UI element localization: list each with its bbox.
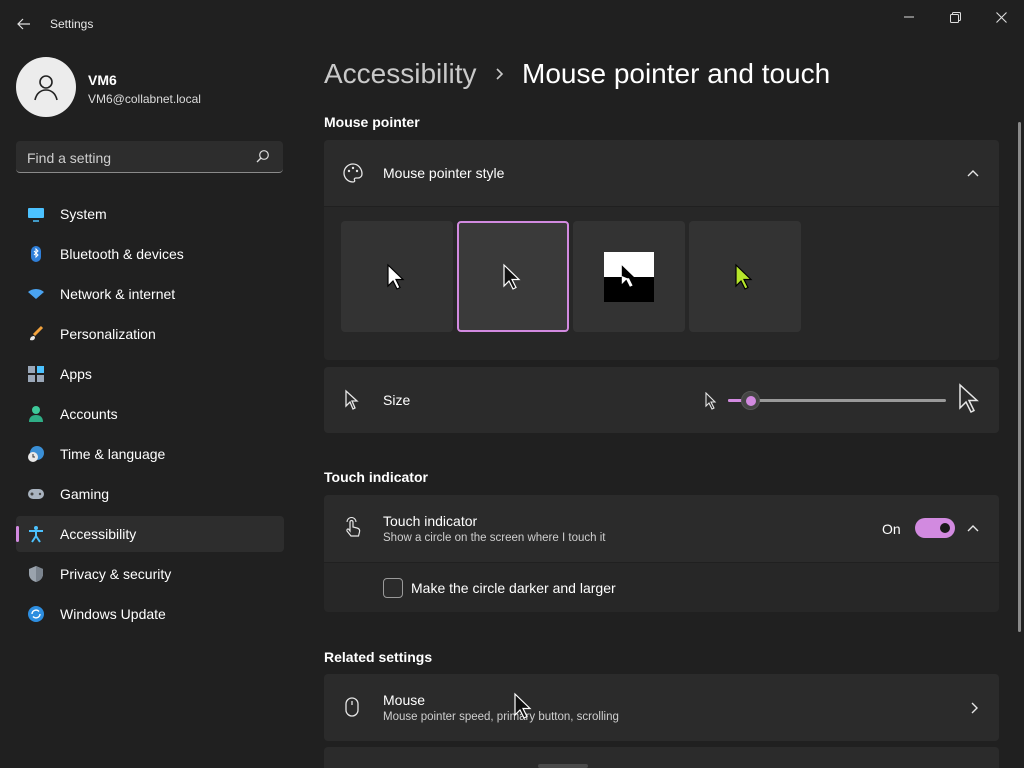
- sidebar-item-accessibility[interactable]: Accessibility: [16, 516, 284, 552]
- sidebar-item-windows-update[interactable]: Windows Update: [16, 596, 284, 632]
- globe-clock-icon: [28, 446, 44, 462]
- brush-icon: [30, 325, 44, 341]
- pointer-option-black[interactable]: [457, 221, 569, 332]
- user-name: VM6: [88, 72, 117, 88]
- sidebar-item-personalization[interactable]: Personalization: [16, 316, 284, 352]
- update-icon: [28, 606, 44, 622]
- search-icon[interactable]: [256, 149, 274, 165]
- section-related-settings: Related settings: [324, 649, 433, 665]
- touch-indicator-toggle[interactable]: [915, 518, 955, 538]
- pointer-option-custom[interactable]: [689, 221, 801, 332]
- sidebar-item-label: Bluetooth & devices: [60, 246, 184, 262]
- page-title: Mouse pointer and touch: [522, 58, 831, 89]
- restore-icon: [949, 11, 961, 23]
- pointer-icon: [343, 389, 361, 411]
- sidebar-item-apps[interactable]: Apps: [16, 356, 284, 392]
- shield-icon: [29, 566, 43, 582]
- small-pointer-icon: [704, 391, 718, 410]
- back-arrow-icon: [17, 18, 30, 30]
- close-icon: [995, 11, 1007, 23]
- user-silhouette-icon: [34, 75, 58, 101]
- chevron-right-icon: [493, 66, 507, 82]
- size-slider-track[interactable]: [728, 399, 946, 402]
- gamepad-icon: [28, 489, 44, 499]
- sidebar-item-system[interactable]: System: [16, 196, 284, 232]
- palette-icon: [342, 162, 364, 184]
- inverted-cursor-icon: [621, 265, 636, 287]
- mouse-cursor-icon: [513, 692, 533, 720]
- avatar[interactable]: [16, 57, 76, 117]
- next-related-card[interactable]: [324, 747, 999, 768]
- active-indicator: [16, 526, 19, 542]
- white-cursor-icon: [387, 263, 405, 290]
- sidebar-item-privacy[interactable]: Privacy & security: [16, 556, 284, 592]
- sidebar-item-label: Gaming: [60, 486, 110, 502]
- darker-circle-checkbox[interactable]: [383, 578, 403, 598]
- chevron-up-icon[interactable]: [966, 166, 982, 180]
- size-label: Size: [383, 392, 411, 408]
- app-title: Settings: [50, 17, 94, 31]
- touch-hand-icon: [342, 516, 364, 539]
- wifi-icon: [28, 288, 44, 299]
- user-email: VM6@collabnet.local: [88, 92, 201, 106]
- sidebar-item-label: System: [60, 206, 107, 222]
- apps-icon: [28, 366, 44, 382]
- minimize-icon: [904, 16, 914, 18]
- pointer-option-white[interactable]: [341, 221, 453, 332]
- accessibility-icon: [29, 526, 43, 543]
- custom-color-cursor-icon: [735, 263, 753, 290]
- section-touch-indicator: Touch indicator: [324, 469, 428, 485]
- black-cursor-icon: [503, 263, 521, 290]
- toggle-state-label: On: [882, 521, 901, 537]
- sidebar-item-label: Accessibility: [60, 526, 137, 542]
- touch-indicator-description: Show a circle on the screen where I touc…: [383, 532, 606, 544]
- monitor-icon: [28, 208, 44, 222]
- sidebar-item-label: Time & language: [60, 446, 166, 462]
- scrollbar[interactable]: [1018, 122, 1021, 632]
- sidebar-item-bluetooth[interactable]: Bluetooth & devices: [16, 236, 284, 272]
- breadcrumb-parent[interactable]: Accessibility: [324, 58, 476, 90]
- sidebar-item-label: Apps: [60, 366, 92, 382]
- scroll-hint: [538, 764, 588, 768]
- sidebar-item-network[interactable]: Network & internet: [16, 276, 284, 312]
- restore-button[interactable]: [932, 4, 978, 30]
- sidebar-item-label: Personalization: [60, 326, 156, 342]
- minimize-button[interactable]: [886, 4, 932, 30]
- sidebar-item-gaming[interactable]: Gaming: [16, 476, 284, 512]
- bluetooth-icon: [31, 246, 41, 262]
- touch-indicator-title: Touch indicator: [383, 513, 478, 529]
- size-slider-thumb[interactable]: [741, 391, 760, 410]
- close-button[interactable]: [978, 4, 1024, 30]
- sidebar-item-time-language[interactable]: Time & language: [16, 436, 284, 472]
- sidebar-item-label: Windows Update: [60, 606, 166, 622]
- sidebar-item-label: Network & internet: [60, 286, 176, 302]
- sidebar-item-label: Privacy & security: [60, 566, 172, 582]
- search-placeholder: Find a setting: [27, 150, 112, 166]
- checkbox-label: Make the circle darker and larger: [411, 580, 616, 596]
- mouse-icon: [343, 696, 361, 718]
- mouse-settings-link[interactable]: [324, 674, 999, 741]
- chevron-up-icon[interactable]: [966, 521, 982, 535]
- chevron-right-icon: [969, 701, 981, 715]
- person-icon: [29, 406, 43, 422]
- large-pointer-icon: [957, 383, 981, 415]
- pointer-option-inverted[interactable]: [573, 221, 685, 332]
- sidebar-item-accounts[interactable]: Accounts: [16, 396, 284, 432]
- sidebar-item-label: Accounts: [60, 406, 118, 422]
- back-button[interactable]: [10, 12, 38, 36]
- mouse-title: Mouse: [383, 692, 426, 708]
- section-mouse-pointer: Mouse pointer: [324, 114, 420, 130]
- pointer-style-label: Mouse pointer style: [383, 165, 505, 181]
- mouse-description: Mouse pointer speed, primary button, scr…: [383, 711, 619, 723]
